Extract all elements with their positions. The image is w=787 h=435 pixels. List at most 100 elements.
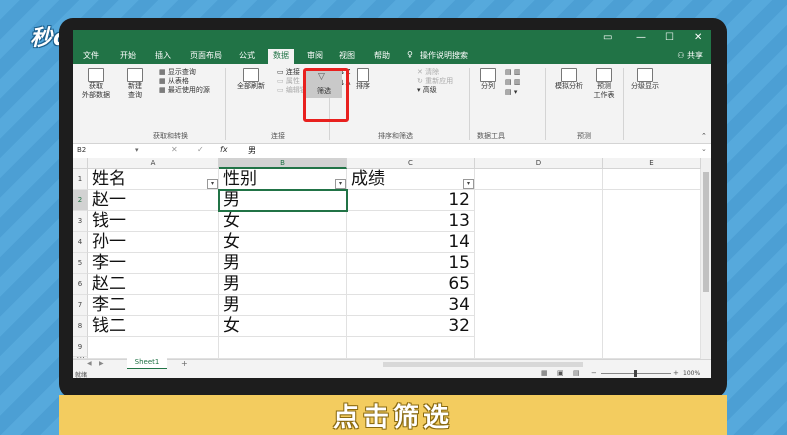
clear-button[interactable]: ✕ 清除 <box>417 68 439 77</box>
advanced-filter-button[interactable]: ▾ 高级 <box>417 86 437 95</box>
table-cell[interactable]: 32 <box>347 316 475 337</box>
table-cell[interactable]: 女 <box>219 232 347 253</box>
tab-insert[interactable]: 插入 <box>155 50 171 61</box>
table-cell[interactable]: 14 <box>347 232 475 253</box>
tab-page-layout[interactable]: 页面布局 <box>190 50 222 61</box>
formula-input[interactable]: 男 <box>248 145 256 156</box>
name-box[interactable]: B2 <box>77 146 86 154</box>
table-cell[interactable] <box>347 337 475 359</box>
page-break-view-icon[interactable]: ▤ <box>573 369 580 377</box>
forecast-sheet-button[interactable]: 预测 工作表 <box>589 68 619 100</box>
expand-formula-icon[interactable]: ⌄ <box>701 145 707 153</box>
row-header-7[interactable]: 7 <box>73 295 88 316</box>
table-cell[interactable]: 孙一 <box>88 232 219 253</box>
filter-dropdown-icon[interactable]: ▾ <box>335 179 346 189</box>
select-all-corner[interactable] <box>73 158 88 169</box>
page-layout-view-icon[interactable]: ▣ <box>557 369 564 377</box>
table-cell[interactable]: 34 <box>347 295 475 316</box>
connections-button[interactable]: ▭ 连接 <box>277 68 300 77</box>
column-header-e[interactable]: E <box>603 158 701 169</box>
tab-review[interactable]: 审阅 <box>307 50 323 61</box>
tab-formulas[interactable]: 公式 <box>239 50 255 61</box>
tell-me-search[interactable]: 操作说明搜索 <box>420 50 468 61</box>
new-query-button[interactable]: 新建 查询 <box>121 68 149 100</box>
share-button[interactable]: ⚇ 共享 <box>677 50 703 61</box>
table-cell[interactable]: 15 <box>347 253 475 274</box>
recent-sources-button[interactable]: ▦ 最近使用的源 <box>159 86 210 95</box>
header-cell-gender[interactable]: 性别 <box>219 169 347 190</box>
table-cell[interactable]: 13 <box>347 211 475 232</box>
table-cell[interactable] <box>603 169 701 190</box>
what-if-analysis-button[interactable]: 模拟分析 <box>551 68 587 91</box>
enter-icon[interactable]: ✓ <box>197 145 204 154</box>
zoom-in-icon[interactable]: + <box>673 369 679 377</box>
table-cell[interactable]: 65 <box>347 274 475 295</box>
table-cell[interactable]: 赵二 <box>88 274 219 295</box>
cancel-icon[interactable]: ✕ <box>171 145 178 154</box>
column-header-d[interactable]: D <box>475 158 603 169</box>
table-cell[interactable] <box>219 337 347 359</box>
row-header-3[interactable]: 3 <box>73 211 88 232</box>
tab-home[interactable]: 开始 <box>120 50 136 61</box>
data-validation-icon[interactable]: ▤ ▾ <box>505 88 517 97</box>
table-cell[interactable] <box>88 337 219 359</box>
row-header-6[interactable]: 6 <box>73 274 88 295</box>
empty-cells-d[interactable] <box>475 190 603 359</box>
row-header-8[interactable]: 8 <box>73 316 88 337</box>
table-cell[interactable]: 李一 <box>88 253 219 274</box>
table-cell[interactable]: 钱一 <box>88 211 219 232</box>
add-sheet-button[interactable]: + <box>181 359 188 368</box>
close-button[interactable]: ✕ <box>694 32 702 43</box>
table-cell[interactable]: 男 <box>219 295 347 316</box>
tab-help[interactable]: 帮助 <box>374 50 390 61</box>
text-to-columns-button[interactable]: 分列 <box>475 68 501 91</box>
tab-data[interactable]: 数据 <box>268 49 294 65</box>
table-cell[interactable] <box>475 169 603 190</box>
column-header-a[interactable]: A <box>88 158 219 169</box>
properties-button[interactable]: ▭ 属性 <box>277 77 300 86</box>
reapply-button[interactable]: ↻ 重新应用 <box>417 77 453 86</box>
filter-dropdown-icon[interactable]: ▾ <box>463 179 474 189</box>
sort-button[interactable]: 排序 <box>352 68 374 91</box>
remove-duplicates-icon[interactable]: ▤ ▥ <box>505 78 520 87</box>
normal-view-icon[interactable]: ▦ <box>541 369 548 377</box>
maximize-button[interactable]: ☐ <box>665 32 674 43</box>
table-cell[interactable]: 男 <box>219 274 347 295</box>
row-header-9[interactable]: 9 <box>73 337 88 357</box>
refresh-all-button[interactable]: 全部刷新 <box>233 68 269 91</box>
zoom-level[interactable]: 100% <box>683 370 700 377</box>
row-header-5[interactable]: 5 <box>73 253 88 274</box>
flash-fill-icon[interactable]: ▤ ▥ <box>505 68 520 77</box>
ribbon-display-icon[interactable]: ▭ <box>603 32 612 43</box>
table-cell[interactable]: 赵一 <box>88 190 219 211</box>
table-cell[interactable]: 男 <box>219 253 347 274</box>
filter-dropdown-icon[interactable]: ▾ <box>207 179 218 189</box>
row-header-4[interactable]: 4 <box>73 232 88 253</box>
get-external-data-button[interactable]: 获取 外部数据 <box>79 68 113 100</box>
horizontal-scrollbar[interactable] <box>383 362 583 367</box>
collapse-ribbon-icon[interactable]: ⌃ <box>701 132 707 141</box>
table-cell[interactable]: 钱二 <box>88 316 219 337</box>
table-cell[interactable]: 李二 <box>88 295 219 316</box>
table-cell[interactable]: 女 <box>219 316 347 337</box>
tab-view[interactable]: 视图 <box>339 50 355 61</box>
column-header-c[interactable]: C <box>347 158 475 169</box>
empty-cells-e[interactable] <box>603 190 701 359</box>
tab-file[interactable]: 文件 <box>83 50 99 61</box>
insert-function-icon[interactable]: fx <box>220 145 228 154</box>
table-cell[interactable]: 女 <box>219 211 347 232</box>
scroll-sheets-right-icon[interactable]: ▶ <box>99 360 104 367</box>
zoom-out-icon[interactable]: − <box>591 369 597 377</box>
header-cell-name[interactable]: 姓名 <box>88 169 219 190</box>
row-header-2[interactable]: 2 <box>73 190 88 211</box>
column-header-b[interactable]: B <box>219 158 347 169</box>
zoom-slider-thumb[interactable] <box>634 370 637 377</box>
row-header-1[interactable]: 1 <box>73 169 88 190</box>
from-table-button[interactable]: ▦ 从表格 <box>159 77 189 86</box>
header-cell-score[interactable]: 成绩 <box>347 169 475 190</box>
name-box-dropdown-icon[interactable]: ▾ <box>135 146 139 154</box>
vertical-scroll-thumb[interactable] <box>703 172 709 292</box>
minimize-button[interactable]: — <box>636 32 646 43</box>
show-queries-button[interactable]: ▦ 显示查询 <box>159 68 196 77</box>
outline-button[interactable]: 分级显示 <box>627 68 663 91</box>
